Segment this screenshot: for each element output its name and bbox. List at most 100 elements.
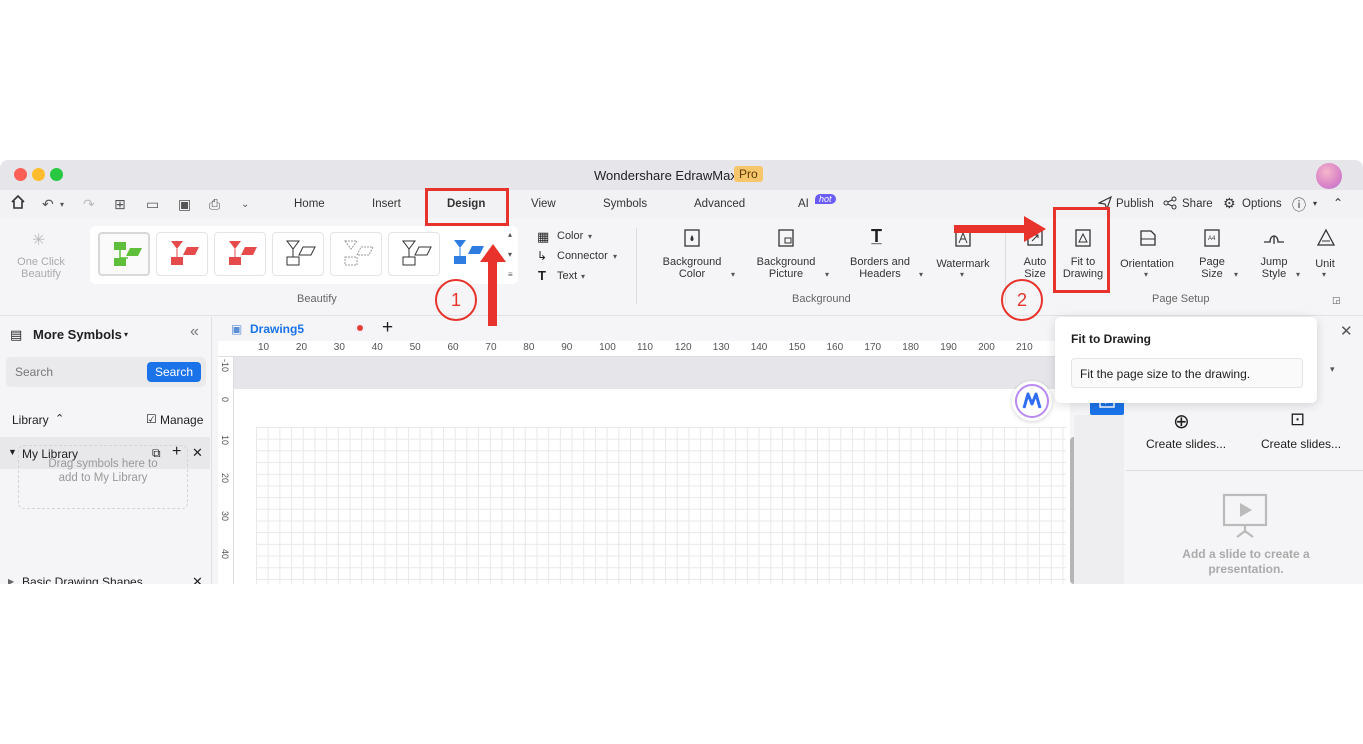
library-collapse-icon[interactable]: ⌃	[55, 412, 64, 425]
text-icon: T	[538, 268, 546, 283]
gallery-scroll-up-icon[interactable]: ▴	[508, 230, 512, 239]
search-input[interactable]: Search	[15, 365, 53, 379]
tab-drawing5[interactable]: Drawing5	[250, 322, 304, 336]
connector-button[interactable]: Connector	[557, 250, 608, 262]
empty-slides-message: Add a slide to create a presentation.	[1182, 547, 1310, 576]
ruler-tick-label: 150	[788, 342, 806, 353]
close-panel-icon[interactable]: ✕	[1340, 322, 1353, 340]
basic-shapes-label[interactable]: Basic Drawing Shapes	[22, 575, 143, 584]
page-size-chevron-icon[interactable]: ▾	[1234, 270, 1238, 279]
page-setup-launcher-icon[interactable]: ◲	[1332, 295, 1341, 306]
background-picture-chevron-icon[interactable]: ▾	[825, 270, 829, 279]
tab-symbols[interactable]: Symbols	[603, 198, 647, 210]
tab-advanced[interactable]: Advanced	[694, 198, 745, 210]
style-option-outline-2[interactable]	[388, 232, 440, 276]
share-button[interactable]: Share	[1182, 198, 1213, 210]
tab-home[interactable]: Home	[294, 198, 325, 210]
tab-insert[interactable]: Insert	[372, 198, 401, 210]
more-symbols-title[interactable]: More Symbols	[33, 327, 122, 342]
page[interactable]	[234, 389, 1070, 584]
save-icon[interactable]: ▣	[178, 196, 191, 213]
print-icon[interactable]: ⎙	[209, 196, 220, 213]
gallery-scroll-down-icon[interactable]: ▾	[508, 250, 512, 259]
add-tab-icon[interactable]: +	[382, 317, 393, 339]
step-2-marker: 2	[1001, 279, 1043, 321]
auto-size-button[interactable]: Auto Size	[1016, 256, 1054, 280]
connector-chevron-icon[interactable]: ▾	[613, 252, 617, 261]
arrow-up-head	[480, 244, 506, 262]
orientation-button[interactable]: Orientation	[1112, 258, 1182, 270]
help-chevron-icon[interactable]: ▾	[1313, 199, 1317, 208]
background-color-chevron-icon[interactable]: ▾	[731, 270, 735, 279]
watermark-button[interactable]: Watermark	[930, 258, 996, 270]
manage-button[interactable]: Manage	[160, 413, 203, 427]
collapse-ribbon-icon[interactable]: ⌃	[1333, 196, 1343, 210]
zoom-window-button[interactable]	[50, 168, 63, 181]
style-option-outline-1[interactable]	[272, 232, 324, 276]
close-icon[interactable]: ✕	[192, 445, 203, 461]
home-icon[interactable]	[10, 194, 26, 213]
minimize-window-button[interactable]	[32, 168, 45, 181]
orientation-chevron-icon[interactable]: ▾	[1144, 270, 1148, 279]
search-field[interactable]: Search Search	[6, 357, 206, 387]
close-window-button[interactable]	[14, 168, 27, 181]
ruler-tick-label: 160	[826, 342, 844, 353]
style-option-red-2[interactable]	[214, 232, 266, 276]
open-folder-icon[interactable]: ▭	[146, 196, 159, 213]
text-chevron-icon[interactable]: ▾	[581, 272, 585, 281]
close-basic-shapes-icon[interactable]: ✕	[192, 574, 203, 584]
add-circle-icon[interactable]: ⊕	[1173, 409, 1190, 434]
jump-style-button[interactable]: Jump Style	[1254, 256, 1294, 280]
page-size-button[interactable]: Page Size	[1193, 256, 1231, 280]
unit-button[interactable]: Unit	[1310, 258, 1340, 270]
borders-headers-button[interactable]: Borders and Headers	[842, 256, 918, 280]
watermark-chevron-icon[interactable]: ▾	[960, 270, 964, 279]
hot-badge: hot	[815, 194, 836, 204]
presentation-board-icon[interactable]: ⊡	[1290, 409, 1305, 430]
more-symbols-chevron-icon[interactable]: ▾	[124, 330, 128, 339]
options-button[interactable]: Options	[1242, 198, 1282, 210]
gallery-expand-icon[interactable]: ≡	[508, 270, 513, 279]
dropdown-chevron-icon[interactable]: ▾	[1330, 364, 1335, 375]
publish-button[interactable]: Publish	[1116, 198, 1154, 210]
help-icon[interactable]: ⓘ	[1292, 195, 1306, 215]
jump-style-chevron-icon[interactable]: ▾	[1296, 270, 1300, 279]
unsaved-dot	[357, 325, 363, 331]
undo-icon[interactable]: ↶	[42, 196, 54, 213]
undo-menu-chevron-icon[interactable]: ▾	[60, 200, 64, 209]
background-picture-button[interactable]: Background Picture	[748, 256, 824, 280]
tab-view[interactable]: View	[531, 198, 556, 210]
create-slides-button-2[interactable]: Create slides...	[1261, 437, 1341, 451]
more-quick-chevron-icon[interactable]: ⌄	[241, 199, 249, 210]
color-chevron-icon[interactable]: ▾	[588, 232, 592, 241]
share-icon[interactable]	[1163, 196, 1177, 213]
ruler-tick-label: 200	[978, 342, 995, 353]
color-button[interactable]: Color	[557, 230, 583, 242]
arrow-right-head	[1024, 216, 1046, 242]
text-button[interactable]: Text	[557, 270, 577, 282]
tab-ai[interactable]: AI	[798, 198, 809, 210]
drawing-grid[interactable]	[256, 427, 1066, 584]
style-option-sketch[interactable]	[330, 232, 382, 276]
unit-chevron-icon[interactable]: ▾	[1322, 270, 1326, 279]
canvas-top-margin	[234, 357, 1070, 389]
ruler-tick-label: 210	[1016, 342, 1033, 353]
vertical-ruler: -10 0 10 20 30 40	[218, 357, 234, 584]
ruler-tick-label: 50	[409, 342, 421, 353]
style-option-green[interactable]	[98, 232, 150, 276]
collapse-panel-icon[interactable]: «	[190, 323, 199, 341]
ai-assistant-icon[interactable]	[1012, 381, 1052, 421]
manage-icon[interactable]: ☑	[146, 412, 157, 426]
avatar[interactable]	[1316, 163, 1342, 189]
search-button[interactable]: Search	[147, 362, 201, 382]
borders-headers-chevron-icon[interactable]: ▾	[919, 270, 923, 279]
style-option-red-1[interactable]	[156, 232, 208, 276]
background-group-label: Background	[792, 293, 851, 305]
expand-chevron-icon[interactable]: ▼	[8, 447, 17, 457]
ruler-tick-label: 40	[371, 342, 383, 353]
gear-icon[interactable]: ⚙	[1223, 195, 1236, 212]
basic-shapes-chevron-icon[interactable]: ▶	[8, 577, 14, 584]
create-slides-button-1[interactable]: Create slides...	[1146, 437, 1226, 451]
background-color-button[interactable]: Background Color	[654, 256, 730, 280]
new-icon[interactable]: ⊞	[114, 196, 126, 213]
